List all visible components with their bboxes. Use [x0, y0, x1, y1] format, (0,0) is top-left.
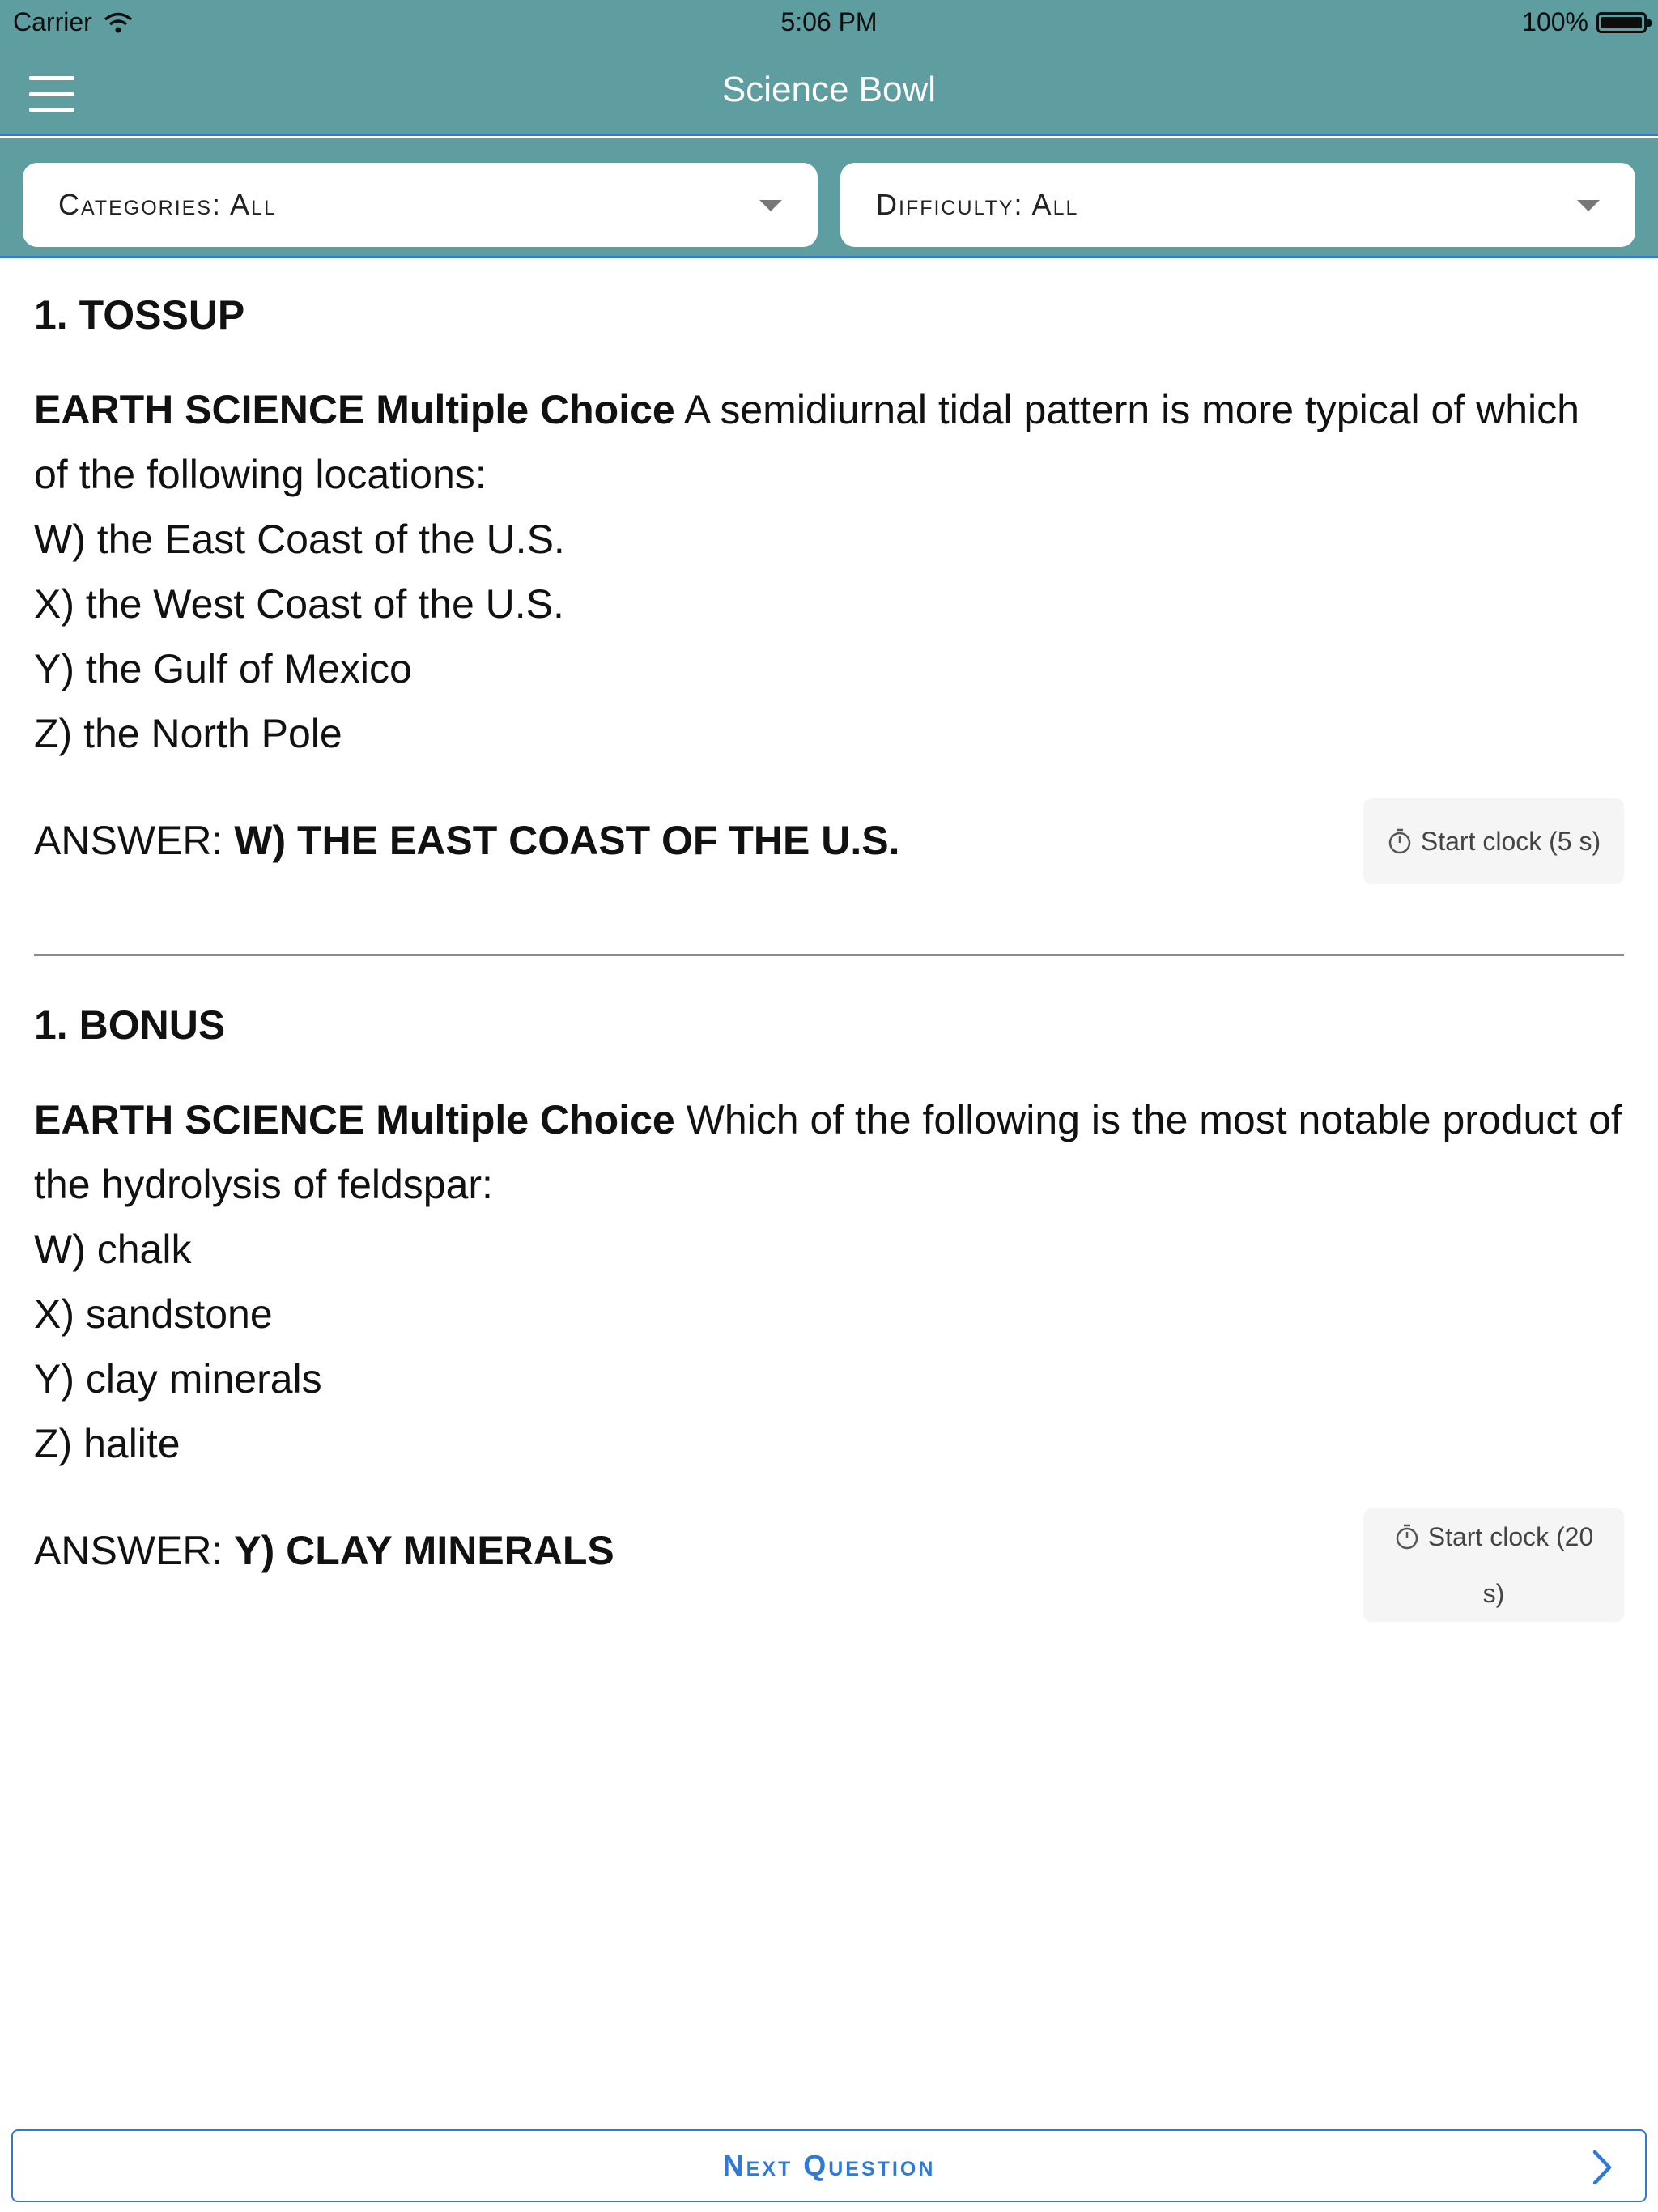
tossup-heading: 1. TOSSUP — [34, 292, 245, 338]
bonus-heading: 1. BONUS — [34, 1002, 226, 1048]
bonus-answer-value: Y) CLAY MINERALS — [234, 1528, 614, 1573]
filter-bar: Categories: All Difficulty: All — [0, 138, 1658, 258]
chevron-right-icon — [1592, 2150, 1612, 2185]
stopwatch-icon — [1396, 1524, 1418, 1550]
chevron-down-icon — [1577, 200, 1600, 211]
status-bar: Carrier 5:06 PM 100% — [0, 0, 1658, 45]
tossup-choice-z: Z) the North Pole — [34, 711, 342, 756]
tossup-choice-x: X) the West Coast of the U.S. — [34, 581, 564, 627]
page-title: Science Bowl — [721, 70, 937, 109]
chevron-down-icon — [759, 200, 782, 211]
tossup-answer-row: ANSWER: W) THE EAST COAST OF THE U.S. St… — [34, 798, 1624, 889]
tossup-start-clock-button[interactable]: Start clock (5 s) — [1363, 798, 1624, 884]
battery-percent: 100% — [1522, 7, 1588, 36]
bonus-choice-x: X) sandstone — [34, 1291, 273, 1337]
question-content: 1. TOSSUP EARTH SCIENCE Multiple Choice … — [34, 291, 1624, 1622]
section-divider — [34, 954, 1624, 956]
bonus-choice-z: Z) halite — [34, 1421, 181, 1466]
difficulty-select[interactable]: Difficulty: All — [840, 163, 1635, 247]
tossup-clock-label: Start clock (5 s) — [1420, 827, 1601, 856]
tossup-question: EARTH SCIENCE Multiple Choice A semidiur… — [34, 377, 1624, 507]
stopwatch-icon — [1388, 828, 1411, 854]
battery-icon — [1596, 11, 1652, 33]
bonus-answer-label: ANSWER: — [34, 1528, 223, 1573]
tossup-choice-w: W) the East Coast of the U.S. — [34, 517, 565, 562]
bonus-clock-label-1: Start clock (20 — [1427, 1522, 1594, 1551]
categories-select-label: Categories: All — [58, 188, 277, 221]
bonus-question: EARTH SCIENCE Multiple Choice Which of t… — [34, 1087, 1624, 1217]
battery-info: 100% — [1522, 7, 1652, 37]
bonus-choice-y: Y) clay minerals — [34, 1356, 322, 1402]
bonus-start-clock-button[interactable]: Start clock (20 s) — [1363, 1508, 1624, 1622]
tossup-choice-y: Y) the Gulf of Mexico — [34, 646, 412, 691]
categories-select[interactable]: Categories: All — [23, 163, 818, 247]
bonus-category: EARTH SCIENCE Multiple Choice — [34, 1097, 675, 1142]
status-time: 5:06 PM — [780, 7, 878, 36]
bonus-section: 1. BONUS EARTH SCIENCE Multiple Choice W… — [34, 1002, 1624, 1622]
nav-bar: Science Bowl — [0, 45, 1658, 136]
next-question-button[interactable]: Next Question — [11, 2129, 1647, 2202]
bonus-clock-line-1: Start clock (20 — [1378, 1508, 1609, 1565]
bonus-clock-label-2: s) — [1482, 1579, 1505, 1608]
tossup-answer-label: ANSWER: — [34, 818, 223, 863]
tossup-section: 1. TOSSUP EARTH SCIENCE Multiple Choice … — [34, 291, 1624, 889]
bonus-answer-row: ANSWER: Y) CLAY MINERALS Start clock (20… — [34, 1508, 1624, 1622]
tossup-answer-value: W) THE EAST COAST OF THE U.S. — [234, 818, 900, 863]
tossup-category: EARTH SCIENCE Multiple Choice — [34, 387, 675, 432]
difficulty-select-label: Difficulty: All — [876, 188, 1079, 221]
next-question-label: Next Question — [722, 2149, 936, 2182]
bonus-choice-w: W) chalk — [34, 1227, 192, 1272]
